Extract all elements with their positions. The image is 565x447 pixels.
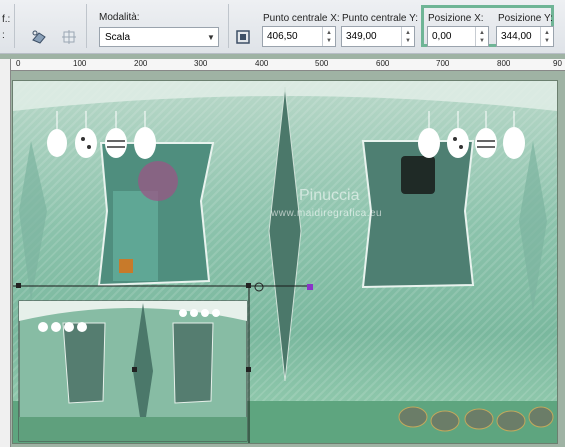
ruler-tick: 90 — [553, 59, 562, 68]
ruler-tick: 100 — [73, 59, 87, 68]
ruler-tick: 200 — [134, 59, 148, 68]
separator — [86, 4, 87, 48]
horizontal-ruler: 0 100 200 300 400 500 600 700 800 90 — [10, 59, 565, 71]
center-y-field[interactable]: 349,00 ▲ ▼ — [341, 26, 415, 47]
ruler-tick: 600 — [376, 59, 390, 68]
window-dark — [401, 156, 435, 194]
mode-label: Modalità: — [99, 12, 140, 23]
rotate-handle[interactable] — [307, 284, 313, 290]
right-spike — [519, 141, 547, 311]
pos-x-value: 0,00 — [432, 31, 452, 42]
center-x-label: Punto centrale X: — [263, 13, 340, 24]
mode-select[interactable]: Scala ▼ — [99, 27, 219, 47]
center-x-field[interactable]: 406,50 ▲ ▼ — [262, 26, 336, 47]
pos-y-field[interactable]: 344,00 ▲ ▼ — [496, 26, 554, 47]
watermark-title: Pinuccia — [299, 187, 360, 204]
pick-icon-button[interactable] — [28, 26, 50, 48]
left-spike — [19, 141, 47, 301]
ruler-tick: 400 — [255, 59, 269, 68]
transform-icon — [62, 30, 76, 44]
pos-x-label: Posizione X: — [428, 13, 484, 24]
vertical-ruler — [0, 59, 11, 447]
center-y-label: Punto centrale Y: — [342, 13, 418, 24]
center-spike — [268, 86, 302, 382]
truncated-label: f.: — [2, 14, 11, 25]
ruler-tick: 300 — [194, 59, 208, 68]
spinner-icon[interactable]: ▲ ▼ — [322, 27, 335, 46]
transform-handle[interactable] — [246, 283, 251, 288]
pivot-handle[interactable] — [254, 282, 264, 292]
center-x-value: 406,50 — [267, 31, 298, 42]
spinner-icon[interactable]: ▲ ▼ — [475, 27, 488, 46]
flower-pot — [119, 259, 133, 273]
ruler-tick: 700 — [436, 59, 450, 68]
pos-y-value: 344,00 — [501, 31, 532, 42]
perspective-icon-button[interactable] — [232, 26, 254, 48]
separator — [228, 4, 229, 48]
spinner-icon[interactable]: ▲ ▼ — [401, 27, 414, 46]
artwork-scene — [13, 81, 557, 443]
pos-x-field[interactable]: 0,00 ▲ ▼ — [427, 26, 489, 47]
tool-options-toolbar: f.: : Modalità: Scala ▼ Punto centrale X… — [0, 0, 565, 54]
move-icon-button[interactable] — [58, 26, 80, 48]
chevron-down-icon: ▼ — [207, 32, 215, 42]
mode-select-value: Scala — [105, 31, 131, 43]
transform-handle[interactable] — [132, 367, 137, 372]
transform-handle[interactable] — [16, 283, 21, 288]
center-y-value: 349,00 — [346, 31, 377, 42]
ruler-tick: 800 — [497, 59, 511, 68]
spinner-icon[interactable]: ▲ ▼ — [540, 27, 553, 46]
separator — [14, 4, 15, 48]
ruler-tick: 500 — [315, 59, 329, 68]
flower-cluster — [138, 161, 178, 201]
watermark-url: www.maidiregrafica.eu — [271, 208, 383, 219]
hand-pick-icon — [32, 30, 46, 44]
image-canvas[interactable]: Pinuccia www.maidiregrafica.eu — [12, 80, 558, 444]
pos-y-label: Posizione Y: — [498, 13, 553, 24]
transform-handle[interactable] — [246, 367, 251, 372]
ruler-tick: 0 — [16, 59, 21, 68]
bounding-box-icon — [236, 30, 250, 44]
truncated-label-2: : — [2, 30, 5, 41]
